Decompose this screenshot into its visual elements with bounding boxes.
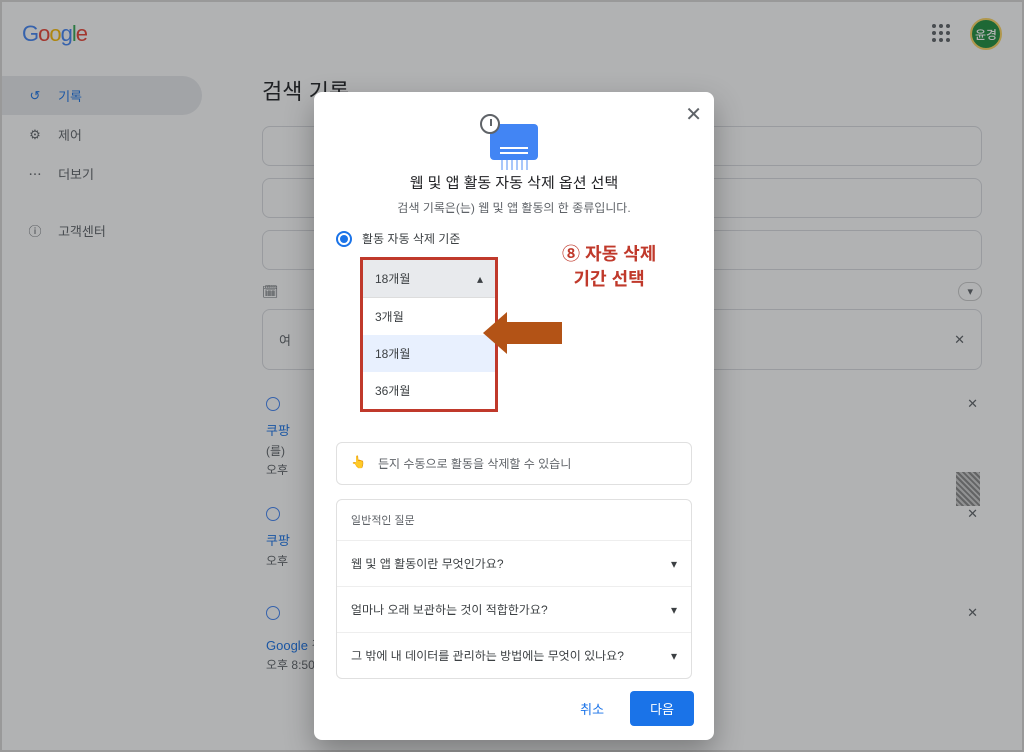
dropdown-selected[interactable]: 18개월 ▴ xyxy=(363,260,495,298)
faq-heading: 일반적인 질문 xyxy=(337,500,691,541)
faq-section: 일반적인 질문 웹 및 앱 활동이란 무엇인가요? ▾ 얼마나 오래 보관하는 … xyxy=(336,499,692,679)
shredder-icon xyxy=(314,124,714,160)
cancel-button[interactable]: 취소 xyxy=(560,691,624,726)
chevron-down-icon: ▾ xyxy=(671,603,677,617)
dropdown-option-3m[interactable]: 3개월 xyxy=(363,298,495,335)
hint-row: 👆 든지 수동으로 활동을 삭제할 수 있습니 xyxy=(336,442,692,485)
radio-checked-icon xyxy=(336,231,352,247)
annotation-label: ⑧ 자동 삭제 기간 선택 xyxy=(562,242,656,292)
chevron-down-icon: ▾ xyxy=(671,557,677,571)
chevron-up-icon: ▴ xyxy=(477,272,483,286)
annotation-arrow xyxy=(507,322,562,344)
dialog-close-button[interactable]: ✕ xyxy=(685,102,702,127)
radio-label: 활동 자동 삭제 기준 xyxy=(362,230,460,247)
auto-delete-dialog: ✕ 웹 및 앱 활동 자동 삭제 옵션 선택 검색 기록은(는) 웹 및 앱 활… xyxy=(314,92,714,740)
touch-icon: 👆 xyxy=(351,455,366,472)
faq-item[interactable]: 그 밖에 내 데이터를 관리하는 방법에는 무엇이 있나요? ▾ xyxy=(337,633,691,678)
hint-text: 든지 수동으로 활동을 삭제할 수 있습니 xyxy=(378,455,571,472)
faq-item[interactable]: 웹 및 앱 활동이란 무엇인가요? ▾ xyxy=(337,541,691,587)
chevron-down-icon: ▾ xyxy=(671,649,677,663)
next-button[interactable]: 다음 xyxy=(630,691,694,726)
dialog-title: 웹 및 앱 활동 자동 삭제 옵션 선택 xyxy=(314,172,714,193)
faq-item[interactable]: 얼마나 오래 보관하는 것이 적합한가요? ▾ xyxy=(337,587,691,633)
dialog-subtitle: 검색 기록은(는) 웹 및 앱 활동의 한 종류입니다. xyxy=(314,199,714,216)
radio-unchecked-icon xyxy=(336,324,352,340)
